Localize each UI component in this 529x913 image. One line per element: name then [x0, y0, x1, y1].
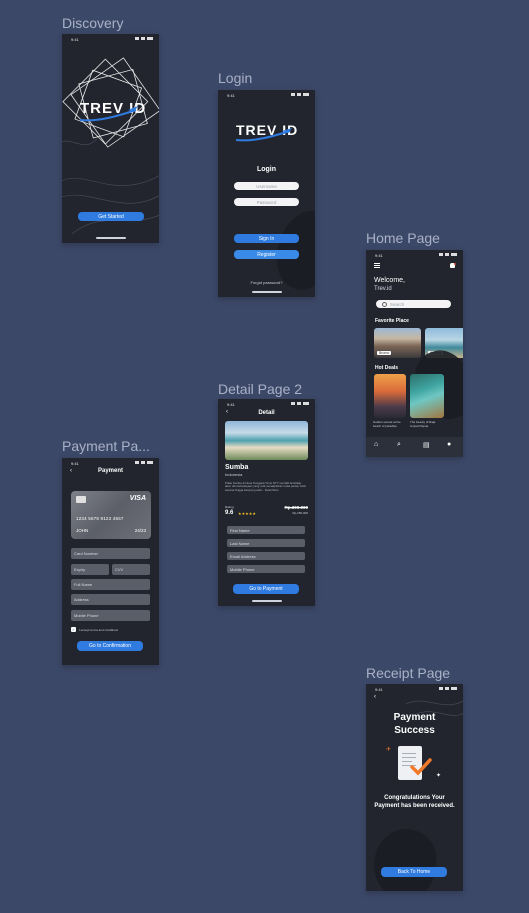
card-expiry: 24/23	[134, 528, 146, 533]
frame-label-receipt: Receipt Page	[366, 665, 451, 681]
status-time: 9:41	[227, 93, 235, 98]
sparkle-icon: ✦	[436, 773, 442, 779]
status-bar: 9:41	[62, 461, 159, 467]
card-number: 1234 5678 9123 4567	[76, 516, 124, 521]
receipt-screen: 9:41 ‹ Payment Success ✈ ✦ Congratulatio…	[366, 684, 463, 891]
rating-label: Rating	[225, 505, 234, 509]
search-nav-icon[interactable]: ⌕	[397, 441, 401, 449]
favorite-label: Bromo	[377, 351, 392, 355]
deal-caption: Golden sunset at the beach of paradise	[373, 420, 401, 428]
notification-dot	[454, 263, 456, 265]
card-number-field[interactable]: Card Number	[71, 548, 150, 559]
payment-screen: 9:41 ‹ Payment VISA 1234 5678 9123 4567 …	[62, 458, 159, 665]
discovery-screen: 9:41 TREV ID Get Started	[62, 34, 159, 243]
price: Rp.250.000	[292, 511, 308, 515]
mobile-phone-field[interactable]: Mobile Phone	[71, 610, 150, 621]
terms-label: I accept terms and conditions	[79, 628, 119, 632]
last-name-field[interactable]: Last Name	[227, 539, 305, 547]
register-button[interactable]: Register	[234, 250, 299, 259]
status-icons	[135, 461, 153, 464]
hot-deals-title: Hot Deals	[375, 365, 399, 371]
welcome-text: Welcome,	[374, 277, 405, 284]
terms-checkbox[interactable]: ✓	[71, 627, 76, 632]
success-title-line2: Success	[394, 725, 435, 736]
home-indicator	[251, 600, 282, 602]
app-name: Trev.id	[374, 286, 392, 292]
mobile-phone-field[interactable]: Mobile Phone	[227, 565, 305, 573]
frame-label-home: Home Page	[366, 230, 440, 246]
chip-icon	[76, 496, 86, 503]
go-to-confirmation-button[interactable]: Go to Confirmation	[77, 641, 143, 651]
success-message: Congratulations Your Payment has been re…	[374, 795, 455, 809]
username-input[interactable]: Username	[234, 182, 299, 190]
expiry-field[interactable]: Expiry	[71, 564, 109, 575]
favorite-card-bromo[interactable]: Bromo	[374, 328, 421, 358]
rating-stars: ★★★★★	[238, 511, 256, 516]
deal-caption: The beauty of Raja Ampat Papua	[410, 420, 436, 428]
plane-logo-icon	[235, 128, 292, 142]
sign-in-button[interactable]: Sign In	[234, 234, 299, 243]
status-time: 9:41	[227, 402, 235, 407]
rating-value: 9.6	[225, 510, 234, 516]
bottom-nav: ⌂ ⌕ ▤ ●	[366, 437, 463, 457]
search-input[interactable]: Search	[376, 300, 451, 308]
success-title-line1: Payment	[393, 712, 436, 723]
menu-icon[interactable]	[374, 263, 380, 268]
place-name: Sumba	[225, 464, 249, 471]
detail-title: Detail	[258, 410, 275, 416]
status-bar: 9:41	[218, 402, 315, 408]
frame-label-login: Login	[218, 70, 253, 86]
password-input[interactable]: Password	[234, 198, 299, 206]
card-brand: VISA	[129, 495, 146, 502]
old-price: Rp.300.000	[284, 505, 308, 510]
frame-label-payment: Payment Pa...	[62, 438, 150, 454]
go-to-payment-button[interactable]: Go to Payment	[233, 584, 299, 594]
home-indicator	[95, 237, 126, 239]
home-icon[interactable]: ⌂	[374, 441, 378, 448]
payment-title: Payment	[97, 468, 123, 474]
place-country: Indonesia	[225, 472, 243, 477]
checkmark-icon	[410, 758, 432, 776]
status-bar: 9:41	[218, 93, 315, 99]
receipt-illustration: ✈ ✦	[386, 744, 441, 784]
status-icons	[291, 93, 309, 96]
status-bar: 9:41	[366, 253, 463, 259]
forgot-password-link[interactable]: Forgot password?	[218, 280, 315, 285]
status-time: 9:41	[71, 461, 79, 466]
deal-card-raja-ampat[interactable]	[410, 374, 444, 418]
email-field[interactable]: Email Address	[227, 552, 305, 560]
first-name-field[interactable]: First Name	[227, 526, 305, 534]
place-description: Pulau Sumba di Nusa Tenggara Timur NTT m…	[225, 481, 307, 492]
suitcase-icon[interactable]: ▤	[423, 441, 430, 449]
login-screen: 9:41 TREV ID Login Username Password Sig…	[218, 90, 315, 297]
get-started-button[interactable]: Get Started	[78, 212, 144, 221]
profile-icon[interactable]: ●	[447, 441, 451, 448]
cvv-field[interactable]: CVV	[112, 564, 150, 575]
credit-card: VISA 1234 5678 9123 4567 JOHN 24/23	[71, 491, 151, 539]
plane-logo-icon	[79, 106, 138, 122]
card-holder: JOHN	[76, 528, 89, 533]
place-image	[225, 421, 308, 460]
full-name-field[interactable]: Full Name	[71, 579, 150, 590]
back-to-home-button[interactable]: Back To Home	[381, 867, 447, 877]
home-indicator	[251, 291, 282, 293]
status-time: 9:41	[375, 253, 383, 258]
plane-accent-icon: ✈	[386, 747, 392, 753]
frame-label-detail: Detail Page 2	[218, 381, 303, 397]
frame-label-discovery: Discovery	[62, 15, 124, 31]
address-field[interactable]: Address	[71, 594, 150, 605]
home-screen: 9:41 Welcome, Trev.id Search Favorite Pl…	[366, 250, 463, 457]
status-icons	[291, 402, 309, 405]
favorite-title: Favorite Place	[375, 318, 409, 324]
search-icon	[382, 301, 387, 307]
detail-screen: 9:41 ‹ Detail Sumba Indonesia Pulau Sumb…	[218, 399, 315, 606]
deal-card-sunset[interactable]	[374, 374, 406, 418]
login-title: Login	[256, 166, 277, 173]
status-icons	[439, 253, 457, 256]
